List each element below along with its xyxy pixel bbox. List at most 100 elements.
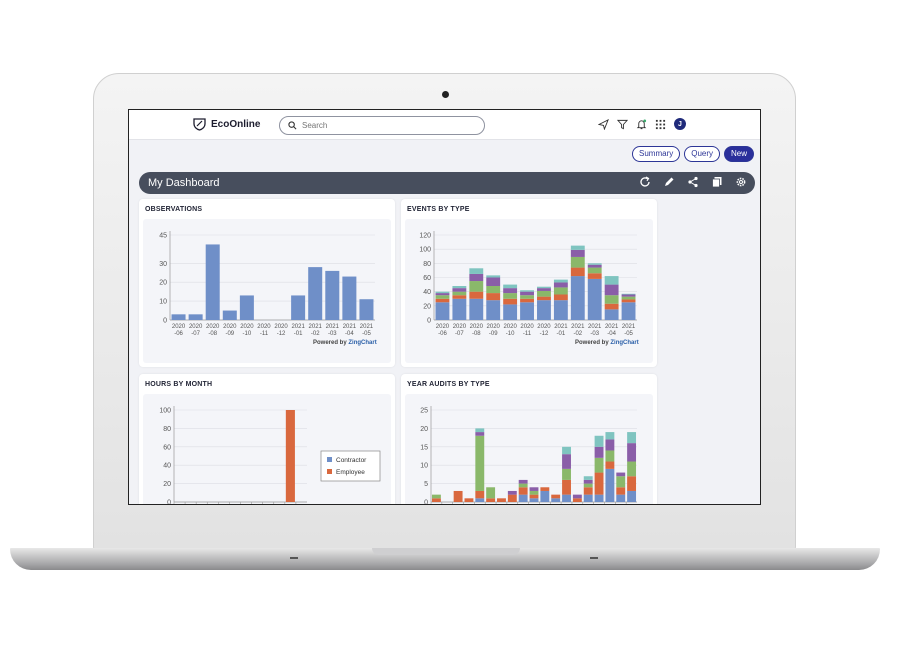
x-tick-label: 2020: [520, 324, 534, 330]
bell-icon[interactable]: [636, 118, 647, 130]
bar: [239, 295, 254, 320]
bar-segment: [518, 487, 528, 495]
powered-brand[interactable]: ZingChart: [348, 340, 376, 346]
bar-segment: [469, 291, 484, 299]
bar: [171, 314, 186, 320]
bar-segment: [537, 300, 551, 320]
bar-segment: [570, 245, 585, 250]
bar-segment: [452, 298, 467, 320]
bar-segment: [616, 476, 626, 488]
x-tick-label: -12: [540, 331, 549, 337]
bar-segment: [616, 472, 626, 477]
bar-segment: [435, 298, 450, 303]
hours-by-month-chart: 0 20 40 60 80 100 Contractor Employee: [159, 406, 381, 506]
bar-segment: [627, 490, 637, 502]
laptop-notch: [372, 548, 520, 555]
y-tick-label: 120: [419, 233, 431, 240]
bar: [188, 314, 203, 320]
send-icon[interactable]: [598, 118, 609, 130]
bar-segment: [503, 293, 518, 299]
share-icon[interactable]: [687, 176, 699, 188]
y-tick-label: 80: [423, 261, 431, 268]
y-tick-label: 20: [163, 481, 171, 488]
y-tick-label: 0: [167, 500, 171, 506]
x-tick-label: -04: [345, 331, 354, 337]
x-tick-label: -02: [311, 331, 320, 337]
brand-logo[interactable]: EcoOnline: [193, 118, 260, 131]
new-button[interactable]: New: [724, 146, 755, 162]
x-tick-label: 2020: [189, 324, 203, 330]
search-input[interactable]: [302, 121, 472, 130]
bar-segment: [507, 494, 517, 502]
laptop-foot-right: [590, 557, 598, 559]
bar-segment: [529, 498, 539, 502]
query-button[interactable]: Query: [684, 146, 721, 162]
y-tick-label: 0: [427, 318, 431, 325]
y-tick-label: 0: [163, 318, 167, 325]
refresh-icon[interactable]: [639, 176, 651, 188]
x-tick-label: 2020: [487, 324, 501, 330]
y-tick-label: 40: [423, 289, 431, 296]
bar-segment: [486, 293, 501, 301]
filter-icon[interactable]: [617, 119, 628, 130]
x-tick-label: -08: [208, 331, 217, 337]
x-tick-label: 2020: [172, 324, 186, 330]
laptop-foot-left: [290, 557, 298, 559]
bar-segment: [562, 446, 571, 455]
bar-segment: [452, 291, 467, 296]
bar-segment: [529, 487, 539, 491]
x-tick-label: 2020: [453, 324, 467, 330]
bar-segment: [520, 298, 534, 303]
bar-segment: [469, 268, 484, 274]
y-tick-label: 20: [423, 303, 431, 310]
x-tick-label: -09: [489, 331, 498, 337]
bar: [205, 244, 220, 320]
x-tick-label: 2020: [436, 324, 450, 330]
action-buttons: Summary Query New: [632, 146, 755, 162]
bar: [291, 295, 306, 320]
y-tick-label: 10: [420, 463, 428, 470]
bar-segment: [475, 498, 485, 502]
y-tick-label: 60: [163, 444, 171, 451]
legend-label: Contractor: [336, 457, 367, 464]
y-tick-label: 80: [163, 426, 171, 433]
y-tick-label: 15: [420, 444, 428, 451]
bar-segment: [503, 304, 518, 320]
year-audits-chart: 0 5 10 15 20 25: [420, 406, 637, 506]
bar-segment: [503, 284, 518, 289]
user-avatar[interactable]: J: [674, 118, 686, 130]
y-tick-label: 20: [420, 426, 428, 433]
x-tick-label: -04: [607, 331, 616, 337]
x-tick-label: 2021: [326, 324, 340, 330]
y-tick-label: 0: [424, 500, 428, 506]
x-tick-label: -08: [472, 331, 481, 337]
bar-segment: [621, 296, 636, 300]
x-tick-label: 2021: [291, 324, 305, 330]
bar-segment: [486, 498, 496, 502]
edit-icon[interactable]: [663, 176, 675, 188]
apps-grid-icon[interactable]: [655, 119, 666, 130]
bar-segment: [616, 494, 626, 502]
bar-segment: [621, 293, 636, 295]
bar-segment: [503, 298, 518, 305]
search-box[interactable]: [279, 116, 485, 135]
bar-segment: [469, 273, 484, 282]
bar-segment: [486, 487, 496, 499]
bar-segment: [551, 494, 561, 499]
powered-prefix: Powered by: [575, 340, 609, 346]
y-tick-label: 25: [420, 408, 428, 415]
powered-brand[interactable]: ZingChart: [610, 340, 638, 346]
settings-gear-icon[interactable]: [735, 176, 747, 188]
bar-segment: [604, 284, 619, 296]
bar-segment: [594, 457, 604, 473]
bar-segment: [520, 295, 534, 299]
x-tick-label: -02: [573, 331, 582, 337]
bar-segment: [475, 490, 485, 499]
bar-segment: [540, 487, 550, 491]
x-tick-label: -07: [455, 331, 464, 337]
copy-icon[interactable]: [711, 176, 723, 188]
x-tick-label: -07: [191, 331, 200, 337]
summary-button[interactable]: Summary: [632, 146, 681, 162]
bar-segment: [529, 490, 539, 495]
x-tick-label: -06: [174, 331, 183, 337]
